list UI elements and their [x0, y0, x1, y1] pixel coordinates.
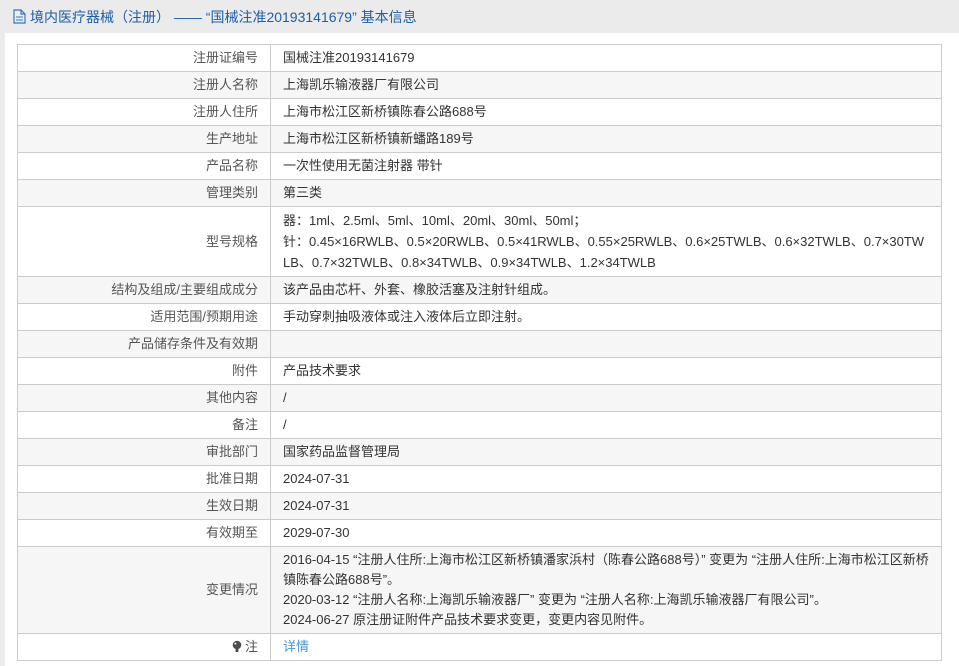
bulb-icon [232, 640, 242, 652]
table-row-approval-dept: 审批部门 国家药品监督管理局 [17, 438, 942, 466]
row-value-management-class: 第三类 [270, 179, 942, 207]
table-row-attachment: 附件 产品技术要求 [17, 357, 942, 385]
table-row-other-content: 其他内容 / [17, 384, 942, 412]
row-label-other-content: 其他内容 [17, 384, 271, 412]
row-label-storage-validity: 产品储存条件及有效期 [17, 330, 271, 358]
row-label-expiry-date: 有效期至 [17, 519, 271, 547]
row-value-remarks: / [270, 411, 942, 439]
row-value-intended-use: 手动穿刺抽吸液体或注入液体后立即注射。 [270, 303, 942, 331]
value-line: 2020-03-12 “注册人名称:上海凯乐输液器厂” 变更为 “注册人名称:上… [283, 592, 827, 607]
table-row-approval-date: 批准日期 2024-07-31 [17, 465, 942, 493]
page-title-text: 境内医疗器械（注册） —— “国械注准20193141679” 基本信息 [30, 8, 417, 25]
page-header-bar: 境内医疗器械（注册） —— “国械注准20193141679” 基本信息 [0, 0, 959, 33]
row-value-effective-date: 2024-07-31 [270, 492, 942, 520]
table-row-note: 注 详情 [17, 633, 942, 661]
details-link[interactable]: 详情 [283, 639, 309, 654]
row-label-change-history: 变更情况 [17, 546, 271, 634]
table-row-model-spec: 型号规格 器：1ml、2.5ml、5ml、10ml、20ml、30ml、50ml；… [17, 206, 942, 277]
table-row-production-address: 生产地址 上海市松江区新桥镇新蟠路189号 [17, 125, 942, 153]
row-value-registrant-name: 上海凯乐输液器厂有限公司 [270, 71, 942, 99]
table-row-storage-validity: 产品储存条件及有效期 [17, 330, 942, 358]
row-value-registrant-address: 上海市松江区新桥镇陈春公路688号 [270, 98, 942, 126]
table-row-registrant-address: 注册人住所 上海市松江区新桥镇陈春公路688号 [17, 98, 942, 126]
row-label-approval-date: 批准日期 [17, 465, 271, 493]
table-row-management-class: 管理类别 第三类 [17, 179, 942, 207]
table-row-expiry-date: 有效期至 2029-07-30 [17, 519, 942, 547]
value-line: 2016-04-15 “注册人住所:上海市松江区新桥镇潘家浜村（陈春公路688号… [283, 552, 929, 587]
value-line: 器：1ml、2.5ml、5ml、10ml、20ml、30ml、50ml； [283, 213, 587, 228]
row-value-note[interactable]: 详情 [270, 633, 942, 661]
document-icon [13, 9, 26, 24]
value-line: 针：0.45×16RWLB、0.5×20RWLB、0.5×41RWLB、0.55… [283, 234, 925, 270]
row-value-change-history: 2016-04-15 “注册人住所:上海市松江区新桥镇潘家浜村（陈春公路688号… [270, 546, 942, 634]
table-row-remarks: 备注 / [17, 411, 942, 439]
row-label-registrant-address: 注册人住所 [17, 98, 271, 126]
row-label-structure-composition: 结构及组成/主要组成成分 [17, 276, 271, 304]
row-label-attachment: 附件 [17, 357, 271, 385]
table-row-product-name: 产品名称 一次性使用无菌注射器 带针 [17, 152, 942, 180]
row-value-production-address: 上海市松江区新桥镇新蟠路189号 [270, 125, 942, 153]
row-label-effective-date: 生效日期 [17, 492, 271, 520]
row-value-expiry-date: 2029-07-30 [270, 519, 942, 547]
row-value-reg-no: 国械注准20193141679 [270, 44, 942, 72]
row-value-structure-composition: 该产品由芯杆、外套、橡胶活塞及注射针组成。 [270, 276, 942, 304]
table-row-effective-date: 生效日期 2024-07-31 [17, 492, 942, 520]
table-row-reg-no: 注册证编号 国械注准20193141679 [17, 44, 942, 72]
row-value-storage-validity [270, 330, 942, 358]
note-label-group: 注 [232, 639, 258, 654]
table-row-intended-use: 适用范围/预期用途 手动穿刺抽吸液体或注入液体后立即注射。 [17, 303, 942, 331]
row-label-remarks: 备注 [17, 411, 271, 439]
row-label-note: 注 [17, 633, 271, 661]
row-label-approval-dept: 审批部门 [17, 438, 271, 466]
row-value-other-content: / [270, 384, 942, 412]
row-value-product-name: 一次性使用无菌注射器 带针 [270, 152, 942, 180]
registration-info-table: 注册证编号 国械注准20193141679 注册人名称 上海凯乐输液器厂有限公司 注册人… [17, 44, 942, 661]
row-label-intended-use: 适用范围/预期用途 [17, 303, 271, 331]
table-row-registrant-name: 注册人名称 上海凯乐输液器厂有限公司 [17, 71, 942, 99]
table-row-change-history: 变更情况 2016-04-15 “注册人住所:上海市松江区新桥镇潘家浜村（陈春公路… [17, 546, 942, 634]
table-row-structure-composition: 结构及组成/主要组成成分 该产品由芯杆、外套、橡胶活塞及注射针组成。 [17, 276, 942, 304]
row-label-registrant-name: 注册人名称 [17, 71, 271, 99]
row-label-product-name: 产品名称 [17, 152, 271, 180]
row-value-attachment: 产品技术要求 [270, 357, 942, 385]
page-left-margin-strip [0, 0, 5, 666]
row-label-production-address: 生产地址 [17, 125, 271, 153]
row-label-text: 注 [244, 639, 258, 654]
row-value-model-spec: 器：1ml、2.5ml、5ml、10ml、20ml、30ml、50ml； 针：0.… [270, 206, 942, 277]
row-value-approval-date: 2024-07-31 [270, 465, 942, 493]
row-value-approval-dept: 国家药品监督管理局 [270, 438, 942, 466]
row-label-management-class: 管理类别 [17, 179, 271, 207]
page-title: 境内医疗器械（注册） —— “国械注准20193141679” 基本信息 [13, 7, 417, 27]
row-label-model-spec: 型号规格 [17, 206, 271, 277]
row-label-reg-no: 注册证编号 [17, 44, 271, 72]
value-line: 2024-06-27 原注册证附件产品技术要求变更，变更内容见附件。 [283, 612, 653, 627]
